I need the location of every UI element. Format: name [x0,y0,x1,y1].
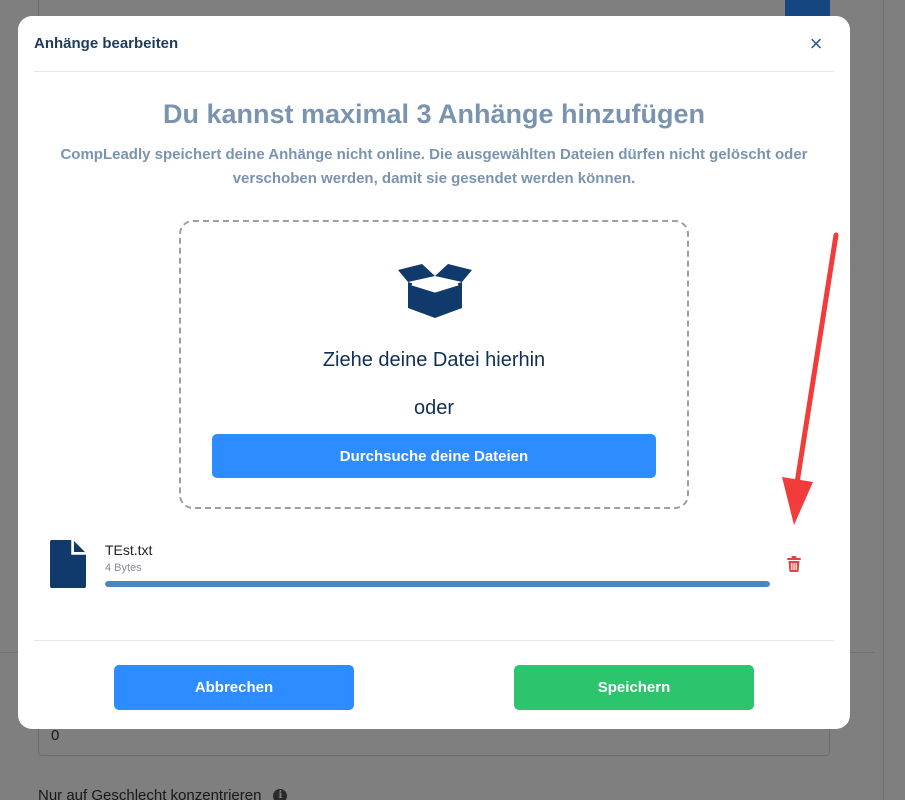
close-icon[interactable]: × [806,33,826,55]
cancel-button[interactable]: Abbrechen [114,665,354,710]
browse-files-button[interactable]: Durchsuche deine Dateien [212,434,656,478]
open-box-icon [398,264,472,318]
attachments-modal: Anhänge bearbeiten × Du kannst maximal 3… [18,16,850,729]
attachments-notice: CompLeadly speichert deine Anhänge nicht… [60,146,808,187]
save-button[interactable]: Speichern [514,665,754,710]
drop-instruction: Ziehe deine Datei hierhin [322,349,546,371]
file-name: TEst.txt [105,542,153,558]
file-icon [50,540,86,588]
trash-icon[interactable] [787,556,801,572]
footer-divider [34,640,834,641]
modal-title: Anhänge bearbeiten [34,35,179,52]
or-separator: oder [413,397,455,419]
annotation-arrow [782,232,839,525]
file-size: 4 Bytes [105,562,142,574]
modal-header: Anhänge bearbeiten × [34,16,834,72]
upload-progress-fill [105,581,770,587]
attachments-headline: Du kannst maximal 3 Anhänge hinzufügen [162,99,706,129]
upload-progress-bar [105,581,770,587]
file-dropzone[interactable]: Ziehe deine Datei hierhin oder Durchsuch… [179,220,689,509]
